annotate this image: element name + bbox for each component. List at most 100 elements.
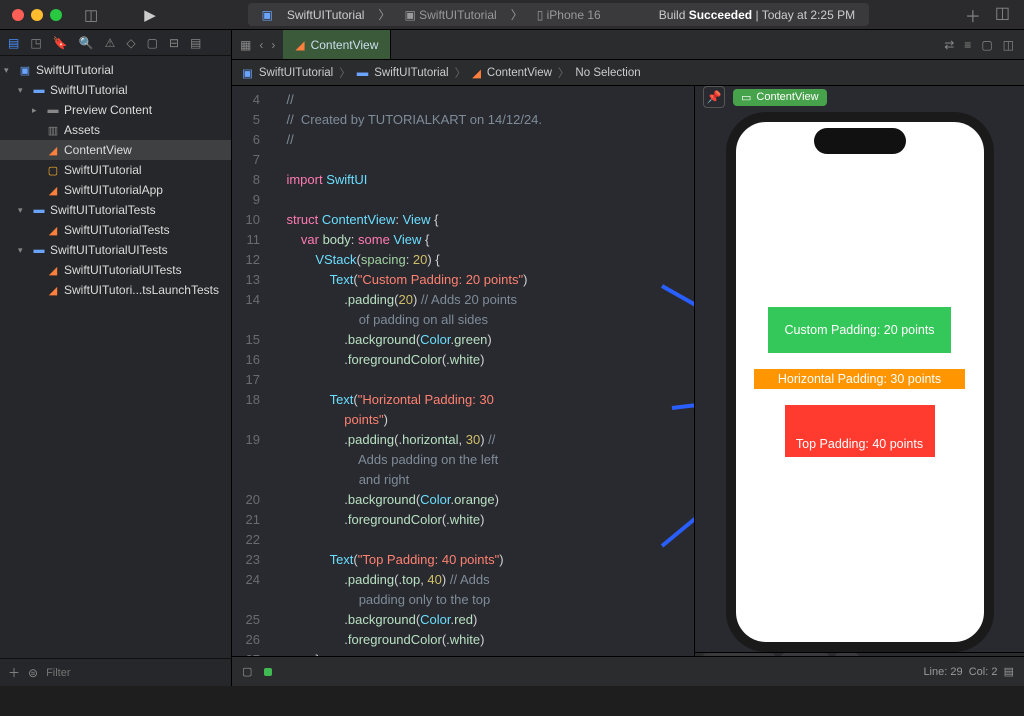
- zoom-in-icon[interactable]: 🔍: [992, 653, 1016, 656]
- inspector-icon[interactable]: ◫: [1003, 38, 1014, 52]
- tree-row[interactable]: ◢SwiftUITutorialUITests: [0, 260, 231, 280]
- disclosure-icon[interactable]: ▾: [18, 205, 28, 216]
- forward-icon[interactable]: ›: [271, 38, 275, 52]
- tree-row[interactable]: ▢SwiftUITutorial: [0, 160, 231, 180]
- tree-row[interactable]: ▾▬SwiftUITutorialTests: [0, 200, 231, 220]
- breakpoints-icon[interactable]: ⊟: [169, 36, 179, 50]
- code-line[interactable]: 25 .background(Color.red): [232, 610, 694, 630]
- code-line[interactable]: 18 Text("Horizontal Padding: 30: [232, 390, 694, 410]
- code-line[interactable]: 23 Text("Top Padding: 40 points"): [232, 550, 694, 570]
- issues-icon[interactable]: ⚠: [105, 36, 116, 50]
- minimize-button[interactable]: [31, 9, 43, 21]
- debug-icon[interactable]: ▢: [147, 36, 158, 50]
- code-line[interactable]: 12 VStack(spacing: 20) {: [232, 250, 694, 270]
- file-icon: ▥: [45, 124, 61, 137]
- code-line[interactable]: 10 struct ContentView: View {: [232, 210, 694, 230]
- code-line[interactable]: 21 .foregroundColor(.white): [232, 510, 694, 530]
- filter-icon[interactable]: ⊜: [28, 666, 38, 680]
- code-line[interactable]: 6 //: [232, 130, 694, 150]
- crumb-3[interactable]: No Selection: [575, 67, 640, 79]
- code-line[interactable]: and right: [232, 470, 694, 490]
- maximize-button[interactable]: [50, 9, 62, 21]
- reports-icon[interactable]: ▤: [190, 36, 201, 50]
- pin-icon[interactable]: 📌: [703, 86, 725, 108]
- code-line[interactable]: 26 .foregroundColor(.white): [232, 630, 694, 650]
- tree-row[interactable]: ▾▬SwiftUITutorial: [0, 80, 231, 100]
- related-items-icon[interactable]: ▦: [240, 38, 251, 52]
- code-line[interactable]: 13 Text("Custom Padding: 20 points"): [232, 270, 694, 290]
- jump-bar[interactable]: ▣ SwiftUITutorial 〉 ▬ SwiftUITutorial 〉 …: [232, 60, 1024, 86]
- close-button[interactable]: [12, 9, 24, 21]
- bottom-panel-icon[interactable]: ▤: [1004, 665, 1014, 678]
- zoom-actual-icon[interactable]: 🔍: [962, 653, 986, 656]
- code-line[interactable]: 11 var body: some View {: [232, 230, 694, 250]
- tree-row[interactable]: ◢SwiftUITutorialApp: [0, 180, 231, 200]
- canvas[interactable]: Custom Padding: 20 points Horizontal Pad…: [695, 108, 1024, 652]
- code-line[interactable]: 16 .foregroundColor(.white): [232, 350, 694, 370]
- code-line[interactable]: 9: [232, 190, 694, 210]
- code-line[interactable]: 5 // Created by TUTORIALKART on 14/12/24…: [232, 110, 694, 130]
- device-bezel-icon[interactable]: ▯: [835, 653, 859, 656]
- run-button[interactable]: ▶: [144, 6, 156, 24]
- code-line[interactable]: 8 import SwiftUI: [232, 170, 694, 190]
- crumb-0[interactable]: SwiftUITutorial: [259, 67, 333, 79]
- preview-text-2: Horizontal Padding: 30 points: [754, 369, 965, 389]
- sidebar-toggle-icon[interactable]: ◫: [84, 6, 98, 24]
- orientation-icon[interactable]: ◐: [805, 653, 829, 656]
- find-icon[interactable]: 🔍: [79, 36, 94, 50]
- project-navigator-icon[interactable]: ▤: [8, 36, 19, 50]
- code-line[interactable]: 14 .padding(20) // Adds 20 points: [232, 290, 694, 310]
- code-line[interactable]: padding only to the top: [232, 590, 694, 610]
- library-icon[interactable]: ◫: [995, 3, 1010, 27]
- bookmark-icon[interactable]: 🔖: [53, 36, 68, 50]
- code-line[interactable]: 7: [232, 150, 694, 170]
- code-line[interactable]: 22: [232, 530, 694, 550]
- disclosure-icon[interactable]: ▸: [32, 105, 42, 116]
- add-icon[interactable]: ＋: [965, 3, 981, 27]
- code-line[interactable]: points"): [232, 410, 694, 430]
- assistant-icon[interactable]: ▢: [981, 38, 992, 52]
- code-line[interactable]: 20 .background(Color.orange): [232, 490, 694, 510]
- activity-pill[interactable]: ▣ SwiftUITutorial 〉 ▣ SwiftUITutorial 〉 …: [248, 3, 870, 26]
- code-line[interactable]: Adds padding on the left: [232, 450, 694, 470]
- crumb-2[interactable]: ContentView: [487, 67, 552, 79]
- tab-contentview[interactable]: ◢ ContentView: [283, 30, 391, 59]
- tree-row[interactable]: ▥Assets: [0, 120, 231, 140]
- code-line[interactable]: 17: [232, 370, 694, 390]
- source-control-icon[interactable]: ◳: [30, 36, 41, 50]
- code-line[interactable]: 19 .padding(.horizontal, 30) //: [232, 430, 694, 450]
- code-line[interactable]: 4 //: [232, 90, 694, 110]
- disclosure-icon[interactable]: ▾: [18, 245, 28, 256]
- add-file-icon[interactable]: ＋: [8, 664, 20, 681]
- selectable-preview-icon[interactable]: ▯: [727, 653, 751, 656]
- authors-icon[interactable]: ≡: [964, 38, 971, 52]
- tree-row[interactable]: ◢SwiftUITutori...tsLaunchTests: [0, 280, 231, 300]
- variants-icon[interactable]: ▦: [751, 653, 775, 656]
- file-icon: ◢: [45, 184, 61, 197]
- tree-row[interactable]: ▾▣SwiftUITutorial: [0, 60, 231, 80]
- zoom-fit-icon[interactable]: 🔍: [932, 653, 956, 656]
- zoom-out-icon[interactable]: 🔍: [902, 653, 926, 656]
- disclosure-icon[interactable]: ▾: [18, 85, 28, 96]
- scheme-name: SwiftUITutorial: [287, 8, 365, 22]
- tree-row[interactable]: ◢ContentView: [0, 140, 231, 160]
- back-icon[interactable]: ‹: [259, 38, 263, 52]
- code-line[interactable]: of padding on all sides: [232, 310, 694, 330]
- file-tree[interactable]: ▾▣SwiftUITutorial▾▬SwiftUITutorial▸▬Prev…: [0, 56, 231, 658]
- crumb-1[interactable]: SwiftUITutorial: [374, 67, 448, 79]
- tree-row[interactable]: ▾▬SwiftUITutorialUITests: [0, 240, 231, 260]
- debug-area-icon[interactable]: ▢: [242, 665, 252, 678]
- code-line[interactable]: 15 .background(Color.green): [232, 330, 694, 350]
- tests-icon[interactable]: ◇: [126, 36, 135, 50]
- disclosure-icon[interactable]: ▾: [4, 65, 14, 76]
- code-line[interactable]: 27 }: [232, 650, 694, 656]
- preview-badge[interactable]: ▭ ContentView: [733, 89, 827, 106]
- live-preview-icon[interactable]: ◉: [703, 653, 727, 656]
- filter-input[interactable]: [46, 667, 223, 679]
- code-editor[interactable]: 4 //5 // Created by TUTORIALKART on 14/1…: [232, 86, 694, 656]
- tree-row[interactable]: ◢SwiftUITutorialTests: [0, 220, 231, 240]
- minimap-icon[interactable]: ⇄: [944, 38, 954, 52]
- code-line[interactable]: 24 .padding(.top, 40) // Adds: [232, 570, 694, 590]
- tree-row[interactable]: ▸▬Preview Content: [0, 100, 231, 120]
- device-settings-icon[interactable]: ▭: [781, 653, 805, 656]
